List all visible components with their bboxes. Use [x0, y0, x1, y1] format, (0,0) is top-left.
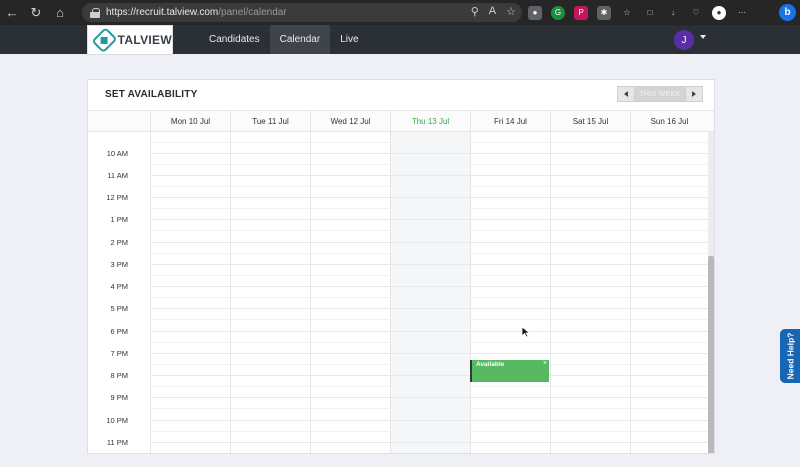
home-icon[interactable]: ⌂ — [48, 0, 72, 25]
day-column[interactable] — [310, 132, 390, 453]
collections-icon[interactable]: □ — [643, 6, 657, 20]
need-help-button[interactable]: Need Help? — [780, 329, 800, 383]
time-label: 10 PM — [106, 416, 128, 425]
need-help-label: Need Help? — [785, 332, 796, 380]
time-grid[interactable]: 10 AM 11 AM 12 PM 1 PM 2 PM 3 PM 4 PM 5 … — [88, 132, 708, 453]
availability-event[interactable]: Available × — [470, 360, 549, 382]
week-navigation: THIS WEEK — [617, 86, 703, 102]
favorites-icon[interactable]: ☆ — [620, 6, 634, 20]
reload-icon[interactable]: ↻ — [24, 0, 48, 25]
main-nav: Candidates Calendar Live — [199, 25, 369, 54]
profile-icon[interactable]: ● — [712, 5, 726, 20]
read-aloud-icon[interactable]: A — [489, 5, 496, 18]
day-column[interactable] — [630, 132, 708, 453]
time-label: 5 PM — [110, 304, 128, 313]
next-week-button[interactable] — [685, 86, 703, 102]
avatar[interactable]: J — [674, 30, 694, 50]
availability-panel: SET AVAILABILITY THIS WEEK Mon 10 Jul Tu… — [87, 79, 715, 454]
url-path: /panel/calendar — [218, 7, 287, 18]
time-label: 11 AM — [107, 171, 128, 180]
day-column[interactable] — [230, 132, 310, 453]
bing-icon[interactable]: b — [779, 4, 796, 21]
extensions-bar: ● G P ✱ ☆ □ ↓ ♡ ● ⋯ — [528, 0, 749, 25]
day-header-mon: Mon 10 Jul — [150, 111, 230, 132]
key-icon[interactable]: ⚲ — [471, 5, 479, 18]
puzzle-extension-icon[interactable]: ✱ — [597, 5, 611, 20]
time-label: 7 PM — [110, 349, 128, 358]
lock-icon — [90, 7, 100, 18]
previous-week-button[interactable] — [617, 86, 635, 102]
nav-live[interactable]: Live — [330, 25, 368, 54]
logo-text: TALVIEW — [117, 33, 172, 47]
mouse-cursor-icon — [521, 326, 531, 338]
scrollbar-thumb[interactable] — [708, 256, 714, 453]
day-header-tue: Tue 11 Jul — [230, 111, 310, 132]
day-column-today[interactable] — [390, 132, 470, 453]
url-host: https://recruit.talview.com — [106, 7, 219, 18]
time-label: 4 PM — [110, 282, 128, 291]
address-bar[interactable]: https://recruit.talview.com/panel/calend… — [82, 3, 522, 22]
pdf-extension-icon[interactable]: P — [574, 5, 588, 20]
time-label: 6 PM — [110, 327, 128, 336]
time-label: 9 PM — [110, 393, 128, 402]
more-menu-icon[interactable]: ⋯ — [735, 6, 749, 20]
downloads-icon[interactable]: ↓ — [666, 6, 680, 20]
day-column[interactable] — [150, 132, 230, 453]
day-column[interactable] — [470, 132, 550, 453]
health-icon[interactable]: ♡ — [689, 6, 703, 20]
time-label: 12 PM — [106, 193, 128, 202]
day-header-wed: Wed 12 Jul — [310, 111, 390, 132]
time-label: 2 PM — [110, 238, 128, 247]
camera-extension-icon[interactable]: ● — [528, 5, 542, 20]
day-header-thu: Thu 13 Jul — [390, 111, 470, 132]
time-label: 10 AM — [106, 149, 128, 158]
close-icon[interactable]: × — [543, 360, 547, 367]
nav-candidates[interactable]: Candidates — [199, 25, 270, 54]
page-title: SET AVAILABILITY — [105, 89, 198, 100]
this-week-button[interactable]: THIS WEEK — [635, 86, 685, 102]
talview-logo-icon — [91, 27, 118, 53]
logo[interactable]: TALVIEW — [87, 25, 173, 55]
day-header-sat: Sat 15 Jul — [550, 111, 630, 132]
chevron-down-icon[interactable] — [700, 35, 706, 39]
event-title: Available — [476, 361, 505, 368]
nav-calendar[interactable]: Calendar — [269, 25, 331, 54]
back-icon[interactable]: ← — [0, 0, 24, 25]
time-label: 3 PM — [110, 260, 128, 269]
favorite-star-icon[interactable]: ☆ — [506, 5, 516, 18]
time-label: 1 PM — [110, 215, 128, 224]
day-header-fri: Fri 14 Jul — [470, 111, 550, 132]
time-label: 11 PM — [106, 438, 128, 447]
day-header-sun: Sun 16 Jul — [630, 111, 708, 132]
grammar-extension-icon[interactable]: G — [551, 5, 565, 20]
day-header-row: Mon 10 Jul Tue 11 Jul Wed 12 Jul Thu 13 … — [88, 110, 714, 132]
day-column[interactable] — [550, 132, 630, 453]
time-label: 8 PM — [110, 371, 128, 380]
